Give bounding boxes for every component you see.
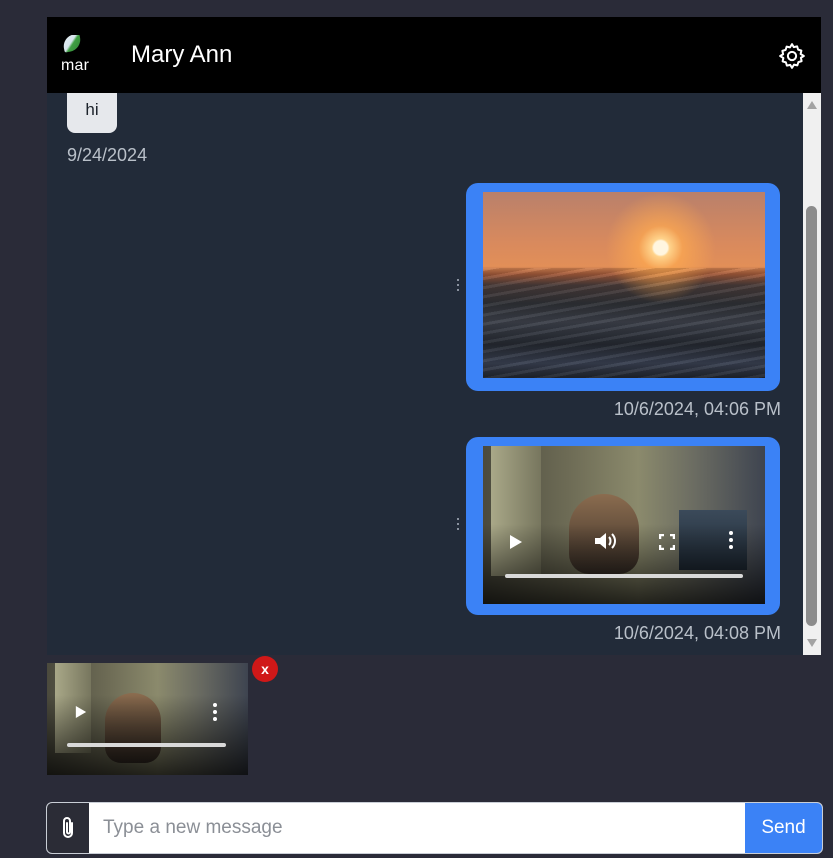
fullscreen-icon[interactable]	[658, 533, 676, 555]
outgoing-video-message[interactable]	[466, 437, 780, 615]
message-input[interactable]	[89, 803, 745, 853]
volume-icon[interactable]	[593, 531, 617, 556]
gear-icon	[779, 43, 805, 69]
avatar-alt-text: mar	[61, 57, 90, 74]
attachment-video-player[interactable]	[47, 663, 248, 775]
avatar[interactable]: mar	[61, 35, 103, 77]
play-icon[interactable]	[75, 705, 87, 724]
avatar-image-icon	[61, 35, 83, 53]
contact-name: Mary Ann	[131, 41, 233, 68]
scroll-down-icon[interactable]	[807, 639, 817, 647]
message-timestamp: 10/6/2024, 04:08 PM	[613, 623, 781, 643]
video-progress-bar[interactable]	[67, 743, 226, 747]
left-edge	[0, 0, 8, 858]
incoming-message-bubble: hi	[67, 93, 117, 133]
message-options-icon[interactable]	[453, 518, 463, 534]
video-progress-bar[interactable]	[505, 574, 743, 578]
settings-button[interactable]	[777, 41, 807, 71]
message-composer: Send	[46, 802, 823, 854]
outgoing-image-message[interactable]	[466, 183, 780, 391]
pending-attachment-preview[interactable]	[47, 663, 248, 775]
remove-attachment-button[interactable]: x	[252, 656, 278, 682]
message-timestamp: 9/24/2024	[67, 145, 148, 165]
video-more-options-icon[interactable]	[213, 703, 217, 726]
video-more-options-icon[interactable]	[729, 531, 733, 554]
message-list[interactable]: hi 9/24/2024 10/6/2024, 04:06 PM 10/6/20…	[47, 93, 821, 655]
chat-scrollbar[interactable]	[803, 93, 821, 655]
message-timestamp: 10/6/2024, 04:06 PM	[613, 399, 781, 419]
scroll-thumb[interactable]	[806, 206, 817, 626]
video-player[interactable]	[483, 446, 765, 604]
play-icon[interactable]	[509, 534, 523, 555]
message-options-icon[interactable]	[453, 279, 463, 295]
chat-header: mar Mary Ann	[47, 17, 821, 93]
attach-file-button[interactable]	[47, 803, 89, 853]
scroll-up-icon[interactable]	[807, 101, 817, 109]
sunset-ocean-image[interactable]	[483, 192, 765, 378]
paperclip-icon	[63, 817, 73, 838]
send-button[interactable]: Send	[745, 803, 822, 853]
message-text: hi	[85, 100, 99, 119]
